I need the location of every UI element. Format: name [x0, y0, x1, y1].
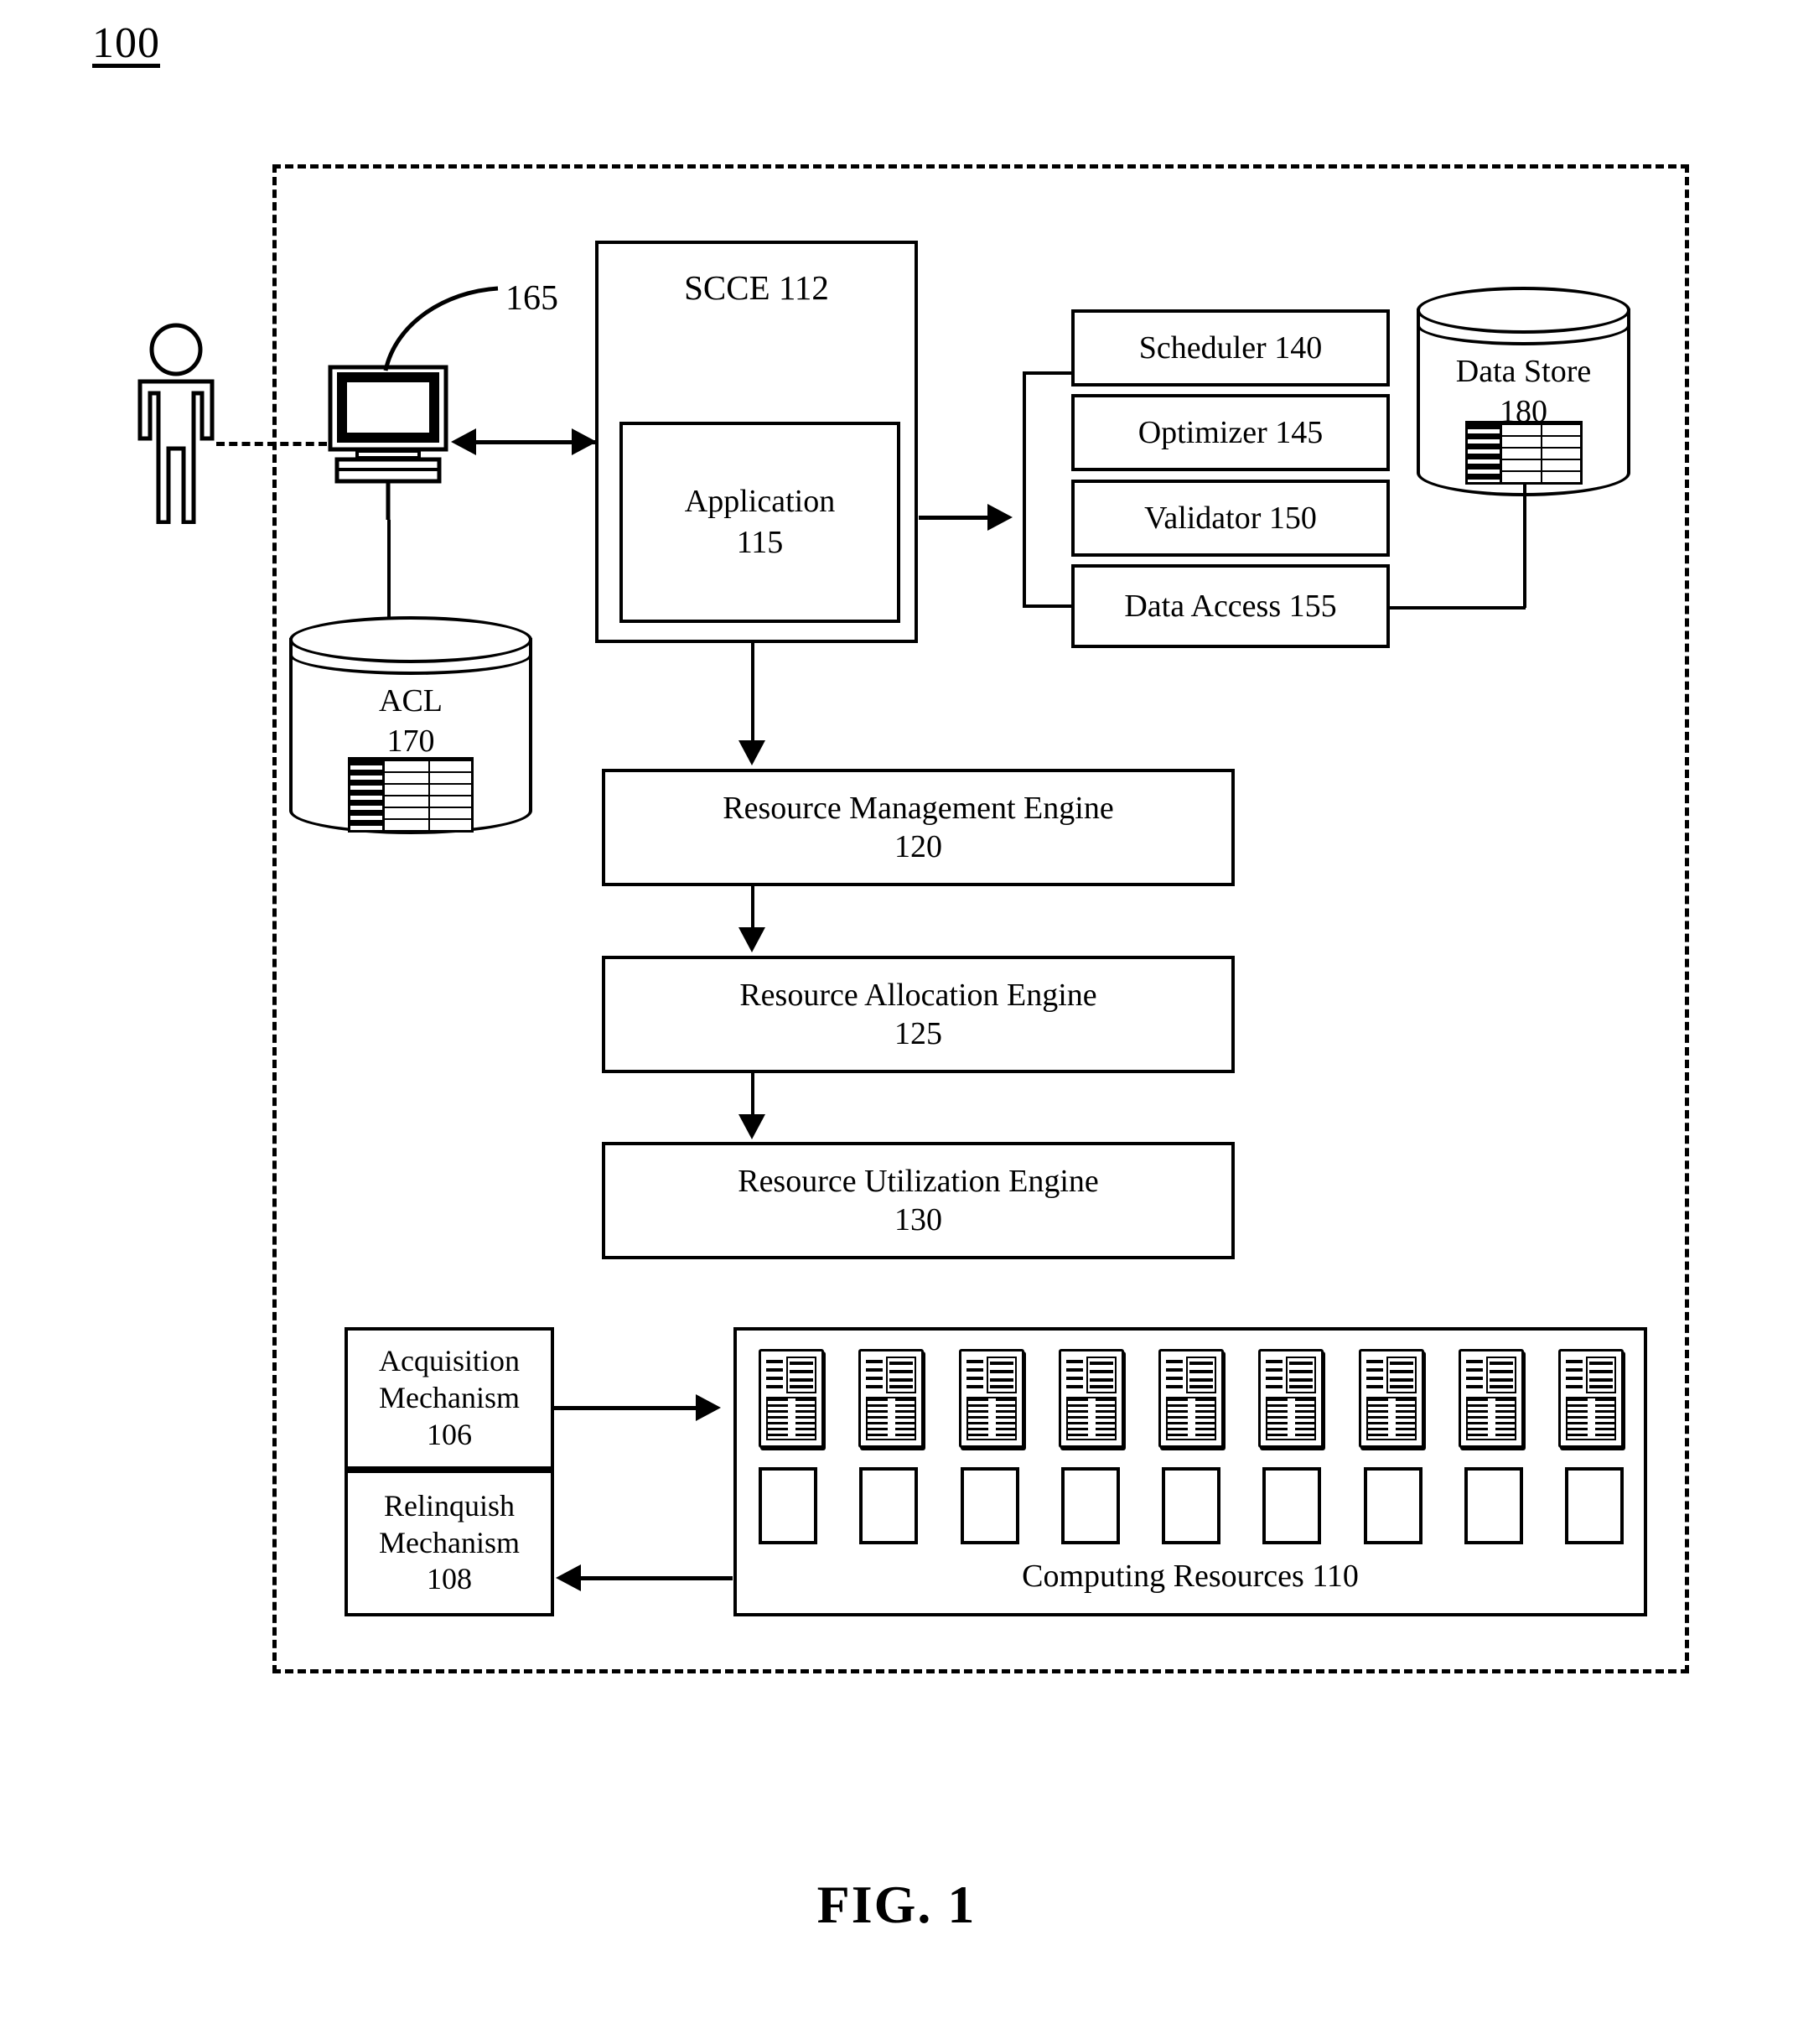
- client-computer-icon: [328, 365, 448, 520]
- computer-scce-arrowhead-right: [572, 428, 597, 455]
- resource-slot: [1060, 1467, 1120, 1544]
- resource-slot-row: [759, 1467, 1624, 1544]
- module-optimizer[interactable]: Optimizer 145: [1071, 394, 1390, 471]
- engine-utilization-label-line2: 130: [894, 1202, 942, 1237]
- allocation-to-utilization-line: [751, 1073, 754, 1118]
- scce-to-modules-line: [919, 516, 994, 520]
- relinquish-label-line2: Mechanism: [379, 1525, 520, 1559]
- module-optimizer-label: Optimizer 145: [1137, 414, 1324, 450]
- acquisition-label-line3: 106: [427, 1417, 472, 1451]
- resource-slot: [1162, 1467, 1220, 1544]
- application-label-line1: Application: [684, 483, 836, 519]
- user-to-computer-dashed-link: [216, 442, 327, 446]
- acl-label-line2: 170: [386, 723, 435, 759]
- server-icon: [1258, 1349, 1324, 1448]
- data-store-cylinder: Data Store 180: [1417, 287, 1630, 496]
- server-icon: [1458, 1349, 1524, 1448]
- data-store-table-dark-column: [1467, 423, 1502, 482]
- scce-to-management-line: [751, 643, 754, 740]
- application-box: Application 115: [619, 422, 900, 623]
- relinquish-label-line3: 108: [427, 1562, 472, 1596]
- figure-reference-numeral: 100: [92, 19, 160, 67]
- resource-slot: [1262, 1467, 1322, 1544]
- modules-bus-top-stub: [1023, 371, 1073, 375]
- acquisition-to-resources-arrowhead: [696, 1394, 721, 1421]
- server-icon: [858, 1349, 925, 1448]
- management-to-allocation-arrowhead: [738, 927, 765, 952]
- engine-utilization-label-line1: Resource Utilization Engine: [738, 1163, 1099, 1199]
- engine-allocation-label-line1: Resource Allocation Engine: [739, 977, 1097, 1013]
- scce-to-management-arrowhead: [738, 740, 765, 765]
- module-data-access-label: Data Access 155: [1124, 588, 1337, 624]
- figure-canvas: 100 165 SCCE 112 Application 115 Schedul…: [0, 0, 1793, 2044]
- modules-bus-bottom-stub: [1023, 604, 1073, 608]
- server-icon: [759, 1349, 824, 1448]
- acquisition-mechanism-box[interactable]: Acquisition Mechanism 106: [345, 1327, 554, 1470]
- acquisition-label-line2: Mechanism: [379, 1381, 520, 1415]
- engine-resource-allocation[interactable]: Resource Allocation Engine 125: [602, 956, 1235, 1073]
- reference-label-165: 165: [505, 279, 558, 318]
- computing-resources-label: Computing Resources 110: [1022, 1559, 1359, 1594]
- resources-to-relinquish-line: [580, 1576, 733, 1580]
- resources-to-relinquish-arrowhead: [556, 1564, 581, 1591]
- scce-container: SCCE 112 Application 115: [595, 241, 918, 643]
- resource-slot: [1464, 1467, 1523, 1544]
- acquisition-label-line1: Acquisition: [379, 1344, 520, 1378]
- relinquish-label-line1: Relinquish: [383, 1488, 515, 1523]
- server-rack-row: [759, 1349, 1624, 1448]
- engine-allocation-label-line2: 125: [894, 1016, 942, 1051]
- data-store-label-line1: Data Store: [1455, 354, 1592, 389]
- acl-label: ACL 170: [289, 682, 532, 761]
- resource-slot: [960, 1467, 1019, 1544]
- module-scheduler[interactable]: Scheduler 140: [1071, 309, 1390, 386]
- management-to-allocation-line: [751, 886, 754, 931]
- server-icon: [1158, 1349, 1224, 1448]
- data-store-table-glyph: [1464, 421, 1583, 485]
- relinquish-mechanism-box[interactable]: Relinquish Mechanism 108: [345, 1470, 554, 1616]
- data-access-to-store-horizontal: [1388, 606, 1526, 610]
- allocation-to-utilization-arrowhead: [738, 1114, 765, 1139]
- acquisition-to-resources-line: [554, 1406, 701, 1410]
- acl-table-light-column: [385, 760, 471, 830]
- user-stick-figure-icon: [137, 323, 215, 524]
- module-validator[interactable]: Validator 150: [1071, 480, 1390, 557]
- engine-resource-management[interactable]: Resource Management Engine 120: [602, 769, 1235, 886]
- data-store-label: Data Store 180: [1417, 352, 1630, 432]
- module-scheduler-label: Scheduler 140: [1138, 329, 1323, 366]
- figure-caption: FIG. 1: [816, 1875, 977, 1934]
- acl-label-line1: ACL: [379, 683, 443, 719]
- module-validator-label: Validator 150: [1144, 500, 1317, 536]
- acl-table-dark-column: [350, 760, 385, 830]
- engine-resource-utilization[interactable]: Resource Utilization Engine 130: [602, 1142, 1235, 1259]
- resource-slot: [1363, 1467, 1422, 1544]
- server-icon: [1358, 1349, 1424, 1448]
- resource-slot: [859, 1467, 919, 1544]
- server-icon: [958, 1349, 1024, 1448]
- application-label-line2: 115: [736, 525, 784, 560]
- computer-scce-arrowhead-left: [451, 428, 476, 455]
- engine-management-label-line2: 120: [894, 829, 942, 864]
- modules-bus-vertical: [1023, 373, 1026, 606]
- scce-to-modules-arrowhead: [987, 504, 1013, 531]
- engine-management-label-line1: Resource Management Engine: [723, 790, 1114, 826]
- server-icon: [1558, 1349, 1624, 1448]
- leader-line-165: [383, 286, 499, 371]
- acl-table-glyph: [348, 757, 474, 833]
- computing-resources-panel: Computing Resources 110: [733, 1327, 1647, 1616]
- acl-datastore-cylinder: ACL 170: [289, 616, 532, 834]
- scce-title: SCCE 112: [684, 268, 829, 307]
- computer-to-acl-line: [387, 520, 391, 620]
- server-icon: [1058, 1349, 1124, 1448]
- module-data-access[interactable]: Data Access 155: [1071, 564, 1390, 648]
- resource-slot: [1565, 1467, 1624, 1544]
- resource-slot: [759, 1467, 817, 1544]
- data-store-table-light-column: [1501, 423, 1580, 482]
